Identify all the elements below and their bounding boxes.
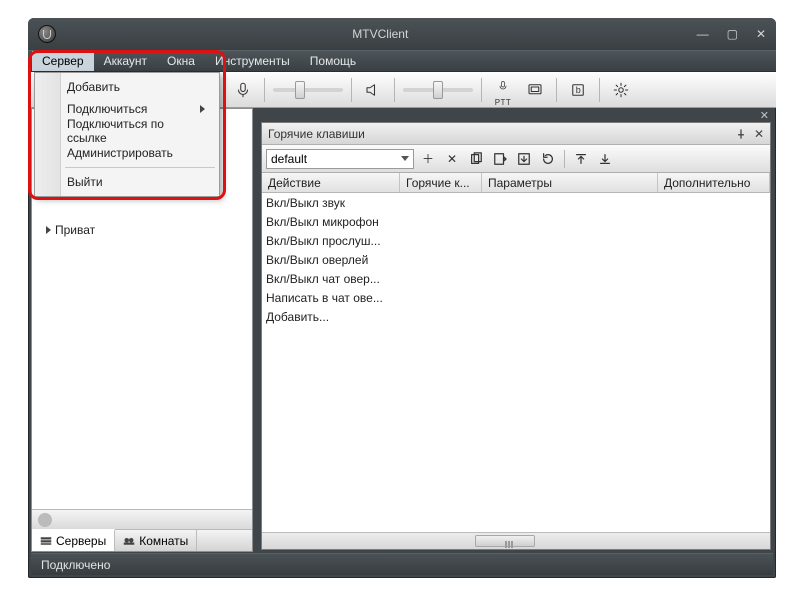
col-hotkey[interactable]: Горячие к... [400, 173, 482, 192]
tab-rooms[interactable]: Комнаты [115, 530, 197, 551]
profile-select[interactable]: default [266, 149, 414, 169]
settings-button[interactable] [608, 77, 634, 103]
privat-row[interactable]: Приват [40, 221, 260, 239]
grid-row[interactable]: Добавить... [262, 307, 770, 326]
reset-button[interactable] [538, 149, 558, 169]
avatar-icon [38, 513, 52, 527]
copy-profile-button[interactable] [466, 149, 486, 169]
menubar: Сервер Аккаунт Окна Инструменты Помощь [28, 50, 776, 72]
import-button[interactable] [514, 149, 534, 169]
download-button[interactable] [595, 149, 615, 169]
pin-icon[interactable] [736, 129, 746, 139]
status-text: Подключено [41, 558, 110, 572]
grid-row[interactable]: Написать в чат ове... [262, 288, 770, 307]
statusbar: Подключено [31, 553, 773, 575]
hotkeys-title: Горячие клавиши [268, 127, 365, 141]
titlebar[interactable]: MTVClient — ▢ ✕ [28, 18, 776, 50]
menu-item-add[interactable]: Добавить [35, 76, 219, 98]
grid-row[interactable]: Вкл/Выкл микрофон [262, 212, 770, 231]
ptt-button[interactable]: PTT [490, 77, 516, 103]
col-action[interactable]: Действие [262, 173, 400, 192]
grid-body[interactable]: Вкл/Выкл звук Вкл/Выкл микрофон Вкл/Выкл… [262, 193, 770, 532]
tab-servers[interactable]: Серверы [32, 529, 115, 551]
submenu-arrow-icon [200, 105, 205, 113]
overlay-button[interactable] [522, 77, 548, 103]
grid-header[interactable]: Действие Горячие к... Параметры Дополнит… [262, 173, 770, 193]
menu-separator [65, 167, 215, 168]
app-icon [38, 25, 56, 43]
menu-account[interactable]: Аккаунт [94, 51, 157, 71]
hotkeys-titlebar[interactable]: Горячие клавиши ✕ [262, 123, 770, 145]
hotkeys-grid: Действие Горячие к... Параметры Дополнит… [262, 173, 770, 532]
grid-row[interactable]: Вкл/Выкл прослуш... [262, 231, 770, 250]
upload-button[interactable] [571, 149, 591, 169]
delete-profile-button[interactable]: ✕ [442, 149, 462, 169]
grid-row[interactable]: Вкл/Выкл оверлей [262, 250, 770, 269]
menu-item-admin[interactable]: Администрировать [35, 142, 219, 164]
server-dropdown: Добавить Подключиться Подключиться по сс… [34, 72, 220, 197]
left-tabs: Серверы Комнаты [32, 529, 252, 551]
expand-icon [46, 226, 51, 234]
grid-row[interactable]: Вкл/Выкл звук [262, 193, 770, 212]
grid-row[interactable]: Вкл/Выкл чат овер... [262, 269, 770, 288]
col-params[interactable]: Параметры [482, 173, 658, 192]
speaker-icon[interactable] [360, 77, 386, 103]
speaker-volume-slider[interactable] [403, 88, 473, 92]
close-button[interactable]: ✕ [756, 27, 766, 41]
window-title: MTVClient [352, 27, 408, 41]
user-status-bar[interactable] [32, 509, 252, 529]
add-profile-button[interactable]: ＋ [418, 149, 438, 169]
horizontal-scrollbar[interactable] [262, 532, 770, 549]
menu-tools[interactable]: Инструменты [205, 51, 300, 71]
maximize-button[interactable]: ▢ [727, 27, 738, 41]
chevron-down-icon [401, 156, 409, 161]
col-extra[interactable]: Дополнительно [658, 173, 770, 192]
svg-text:b: b [576, 85, 581, 95]
hotkeys-toolbar: default ＋ ✕ [262, 145, 770, 173]
hotkeys-close-icon[interactable]: ✕ [754, 127, 764, 141]
close-tab-icon[interactable]: ✕ [760, 109, 769, 122]
right-panel: ✕ Горячие клавиши ✕ default ＋ [259, 108, 773, 552]
minimize-button[interactable]: — [697, 27, 709, 41]
menu-help[interactable]: Помощь [300, 51, 366, 71]
menu-server[interactable]: Сервер [32, 51, 94, 71]
menu-item-exit[interactable]: Выйти [35, 171, 219, 193]
menu-windows[interactable]: Окна [157, 51, 205, 71]
hotkeys-pane: Горячие клавиши ✕ default ＋ ✕ [261, 122, 771, 550]
box-b-button[interactable]: b [565, 77, 591, 103]
mic-volume-slider[interactable] [273, 88, 343, 92]
menu-item-connect-link[interactable]: Подключиться по ссылке [35, 120, 219, 142]
mic-icon[interactable] [230, 77, 256, 103]
export-button[interactable] [490, 149, 510, 169]
